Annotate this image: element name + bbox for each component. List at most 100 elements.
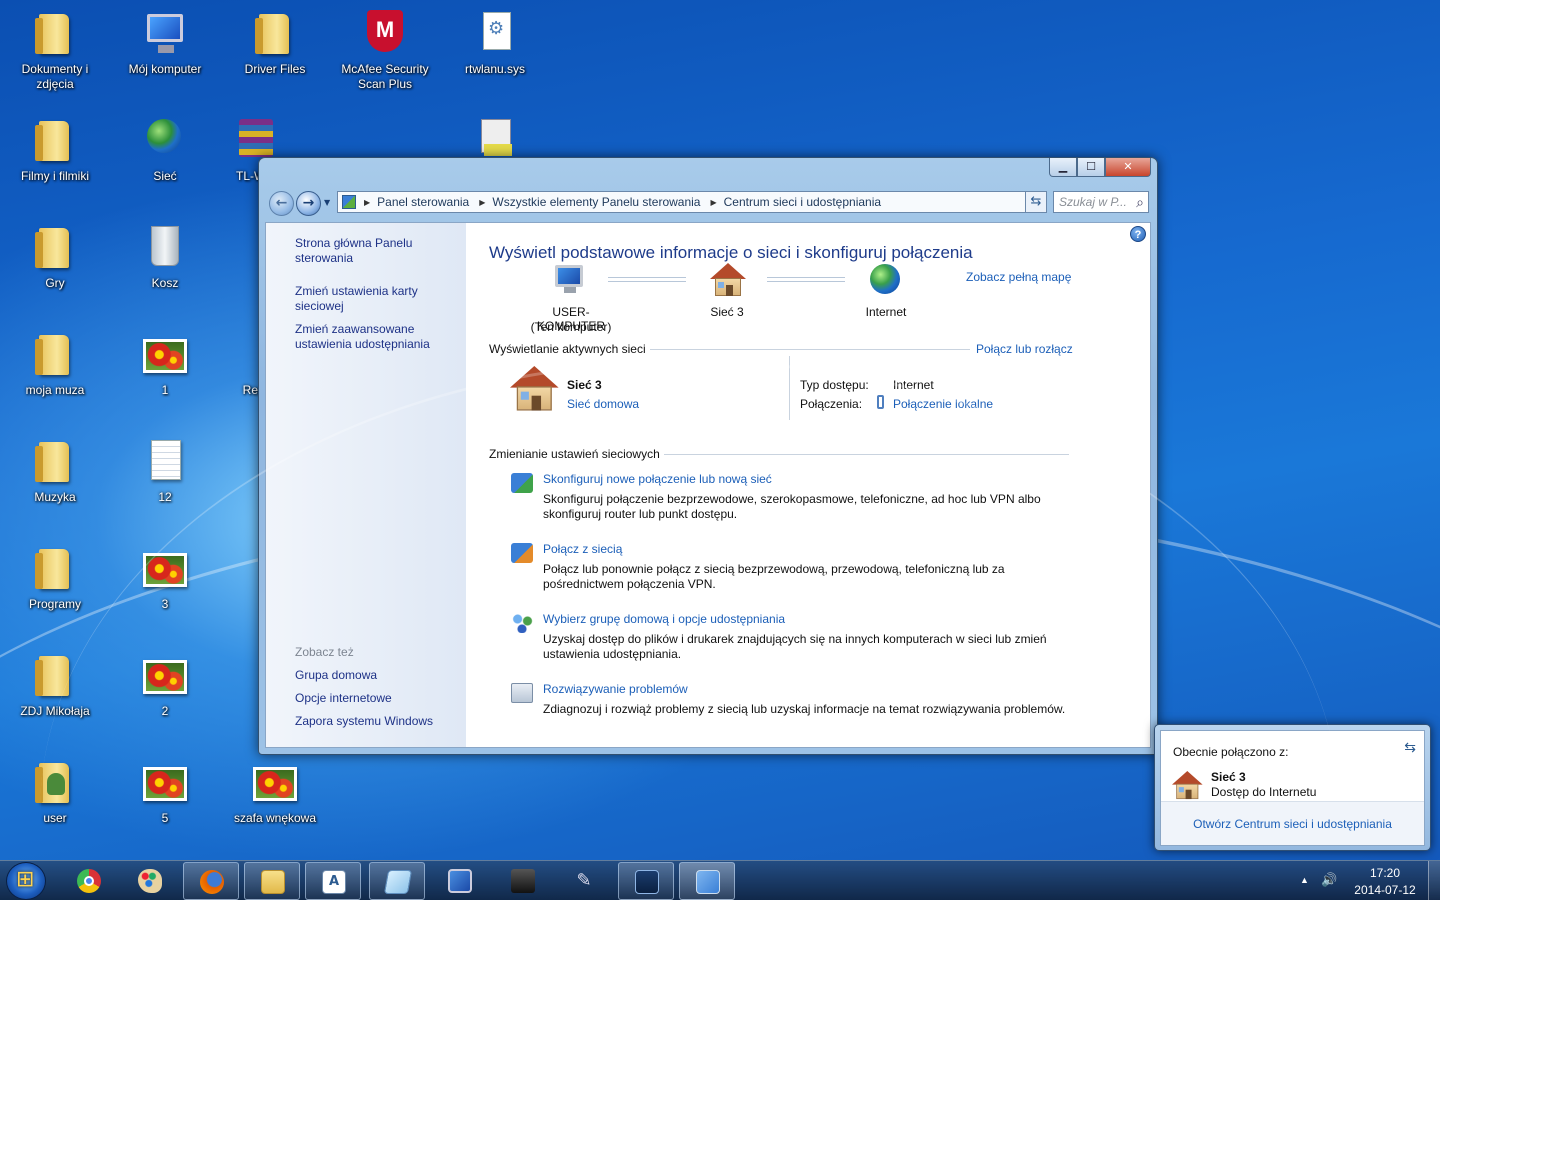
forward-button[interactable]: → xyxy=(296,191,321,216)
recent-pages-dropdown[interactable]: ▼ xyxy=(324,198,330,207)
desktop-icon-muzyka[interactable]: Muzyka xyxy=(5,436,105,505)
user-folder-icon xyxy=(35,763,69,803)
desktop-icon-driver-files[interactable]: Driver Files xyxy=(225,8,325,77)
folder-icon xyxy=(35,549,69,589)
connections-label: Połączenia: xyxy=(800,397,863,411)
local-connection-link[interactable]: Połączenie lokalne xyxy=(893,397,993,411)
desktop-icon-rtwlanu[interactable]: rtwlanu.sys xyxy=(445,8,545,77)
taskbar-app-2[interactable] xyxy=(618,862,674,900)
sidebar-link-homegroup[interactable]: Grupa domowa xyxy=(295,668,455,683)
desktop-icon-zdj-mikolaja[interactable]: ZDJ Mikołaja xyxy=(5,650,105,719)
address-bar[interactable]: ▶ Panel sterowania ▶ Wszystkie elementy … xyxy=(337,191,1042,213)
task-connect-link[interactable]: Połącz z siecią xyxy=(543,542,622,556)
see-full-map-link[interactable]: Zobacz pełną mapę xyxy=(966,270,1071,284)
sidebar-link-advanced-sharing[interactable]: Zmień zaawansowane ustawienia udostępnia… xyxy=(295,322,455,352)
system-file-icon xyxy=(483,12,511,50)
task-troubleshoot-link[interactable]: Rozwiązywanie problemów xyxy=(543,682,688,696)
network-type-link[interactable]: Sieć domowa xyxy=(567,397,639,411)
computer-icon xyxy=(555,265,583,293)
taskbar-wordpad[interactable]: A xyxy=(305,862,361,900)
breadcrumb-separator[interactable]: ▶ xyxy=(364,198,370,207)
flyout-heading: Obecnie połączono z: xyxy=(1173,745,1289,759)
chrome-icon xyxy=(77,869,101,893)
breadcrumb-panel-sterowania[interactable]: Panel sterowania xyxy=(377,195,469,209)
flyout-network-status: Dostęp do Internetu xyxy=(1211,785,1317,799)
minimize-button[interactable]: ▁ xyxy=(1049,158,1077,177)
sidebar-link-change-adapter-settings[interactable]: Zmień ustawienia karty sieciowej xyxy=(295,284,455,314)
tray-show-hidden-icon[interactable]: ▲ xyxy=(1300,875,1309,885)
desktop-icon-moja-muza[interactable]: moja muza xyxy=(5,329,105,398)
desktop-icon-kosz[interactable]: Kosz xyxy=(115,222,215,291)
desktop-icon-photo-3[interactable]: 3 xyxy=(115,543,215,612)
breadcrumb-separator[interactable]: ▶ xyxy=(479,198,485,207)
folder-icon xyxy=(255,14,289,54)
taskbar-control-panel[interactable] xyxy=(679,862,735,900)
desktop-icon-photo-2[interactable]: 2 xyxy=(115,650,215,719)
desktop-icon-dokumenty[interactable]: Dokumenty i zdjęcia xyxy=(5,8,105,92)
taskbar-explorer[interactable] xyxy=(244,862,300,900)
image-file-icon xyxy=(143,339,187,373)
active-network-name: Sieć 3 xyxy=(567,378,602,392)
breadcrumb-network-center[interactable]: Centrum sieci i udostępniania xyxy=(724,195,881,209)
desktop: Dokumenty i zdjęcia Filmy i filmiki Gry … xyxy=(0,0,1440,900)
breadcrumb-all-items[interactable]: Wszystkie elementy Panelu sterowania xyxy=(492,195,700,209)
help-icon[interactable]: ? xyxy=(1130,226,1146,242)
maximize-button[interactable]: ☐ xyxy=(1077,158,1105,177)
task-new-connection-link[interactable]: Skonfiguruj nowe połączenie lub nową sie… xyxy=(543,472,772,486)
flyout-refresh-icon[interactable]: ⇆ xyxy=(1404,739,1416,756)
desktop-icon-siec[interactable]: Sieć xyxy=(115,115,215,184)
desktop-icon-file-12[interactable]: 12 xyxy=(115,436,215,505)
refresh-button[interactable]: ⇆ xyxy=(1025,191,1047,213)
clock-date[interactable]: 2014-07-12 xyxy=(1352,883,1418,897)
taskbar-keyboard[interactable] xyxy=(432,862,488,900)
close-button[interactable]: ✕ xyxy=(1105,158,1151,177)
task-homegroup-desc: Uzyskaj dostęp do plików i drukarek znaj… xyxy=(543,632,1047,646)
taskbar-notepad[interactable] xyxy=(369,862,425,900)
desktop-icon-mcafee[interactable]: M McAfee Security Scan Plus xyxy=(335,8,435,92)
vertical-divider xyxy=(789,356,790,420)
folder-icon xyxy=(35,335,69,375)
network-flyout: Obecnie połączono z: ⇆ Sieć 3 Dostęp do … xyxy=(1154,724,1431,851)
desktop-icon-szafa[interactable]: szafa wnękowa xyxy=(225,757,325,826)
recycle-bin-icon xyxy=(151,226,179,266)
desktop-icon-moj-komputer[interactable]: Mój komputer xyxy=(115,8,215,77)
search-input[interactable]: Szukaj w P... xyxy=(1053,191,1149,213)
desktop-icon-filmy[interactable]: Filmy i filmiki xyxy=(5,115,105,184)
desktop-icon-user[interactable]: user xyxy=(5,757,105,826)
task-troubleshoot-desc: Zdiagnozuj i rozwiąż problemy z siecią l… xyxy=(543,702,1066,716)
task-connect-desc: Połącz lub ponownie połącz z siecią bezp… xyxy=(543,562,1005,576)
caption-buttons: ▁ ☐ ✕ xyxy=(1049,158,1151,178)
change-settings-heading: Zmienianie ustawień sieciowych xyxy=(489,447,660,461)
desktop-icon-photo-1[interactable]: 1 xyxy=(115,329,215,398)
back-button[interactable]: ← xyxy=(269,191,294,216)
map-connector xyxy=(608,277,686,282)
map-network-name: Sieć 3 xyxy=(710,305,744,319)
breadcrumb-separator[interactable]: ▶ xyxy=(710,198,716,207)
sidebar-link-control-panel-home[interactable]: Strona główna Panelu sterowania xyxy=(295,236,455,266)
firefox-icon xyxy=(200,870,224,894)
desktop-icon-photo-5[interactable]: 5 xyxy=(115,757,215,826)
connect-disconnect-link[interactable]: Połącz lub rozłącz xyxy=(976,342,1073,356)
taskbar-app[interactable]: ✎ xyxy=(556,862,612,900)
open-network-center-link[interactable]: Otwórz Centrum sieci i udostępniania xyxy=(1193,817,1392,831)
sidebar-link-internet-options[interactable]: Opcje internetowe xyxy=(295,691,455,706)
taskbar-chrome[interactable] xyxy=(61,862,117,900)
folder-icon xyxy=(35,228,69,268)
computer-icon xyxy=(147,14,183,53)
desktop-icon-gry[interactable]: Gry xyxy=(5,222,105,291)
sidebar-link-firewall[interactable]: Zapora systemu Windows xyxy=(295,714,455,729)
taskbar-paint[interactable] xyxy=(122,862,178,900)
clock-time[interactable]: 17:20 xyxy=(1356,866,1414,880)
volume-icon[interactable]: 🔊 xyxy=(1321,872,1337,888)
image-file-icon xyxy=(143,660,187,694)
wordpad-icon: A xyxy=(322,870,346,894)
taskbar-truck-game[interactable] xyxy=(495,862,551,900)
start-button[interactable] xyxy=(6,862,46,900)
navigation-bar: ← → ▼ ▶ Panel sterowania ▶ Wszystkie ele… xyxy=(265,189,1153,217)
show-desktop-button[interactable] xyxy=(1428,861,1440,900)
ethernet-icon xyxy=(877,395,884,409)
desktop-icon-programy[interactable]: Programy xyxy=(5,543,105,612)
taskbar-firefox[interactable] xyxy=(183,862,239,900)
task-homegroup-link[interactable]: Wybierz grupę domową i opcje udostępnian… xyxy=(543,612,785,626)
network-center-window[interactable]: ▁ ☐ ✕ ← → ▼ ▶ Panel sterowania ▶ Wszystk… xyxy=(258,157,1158,755)
